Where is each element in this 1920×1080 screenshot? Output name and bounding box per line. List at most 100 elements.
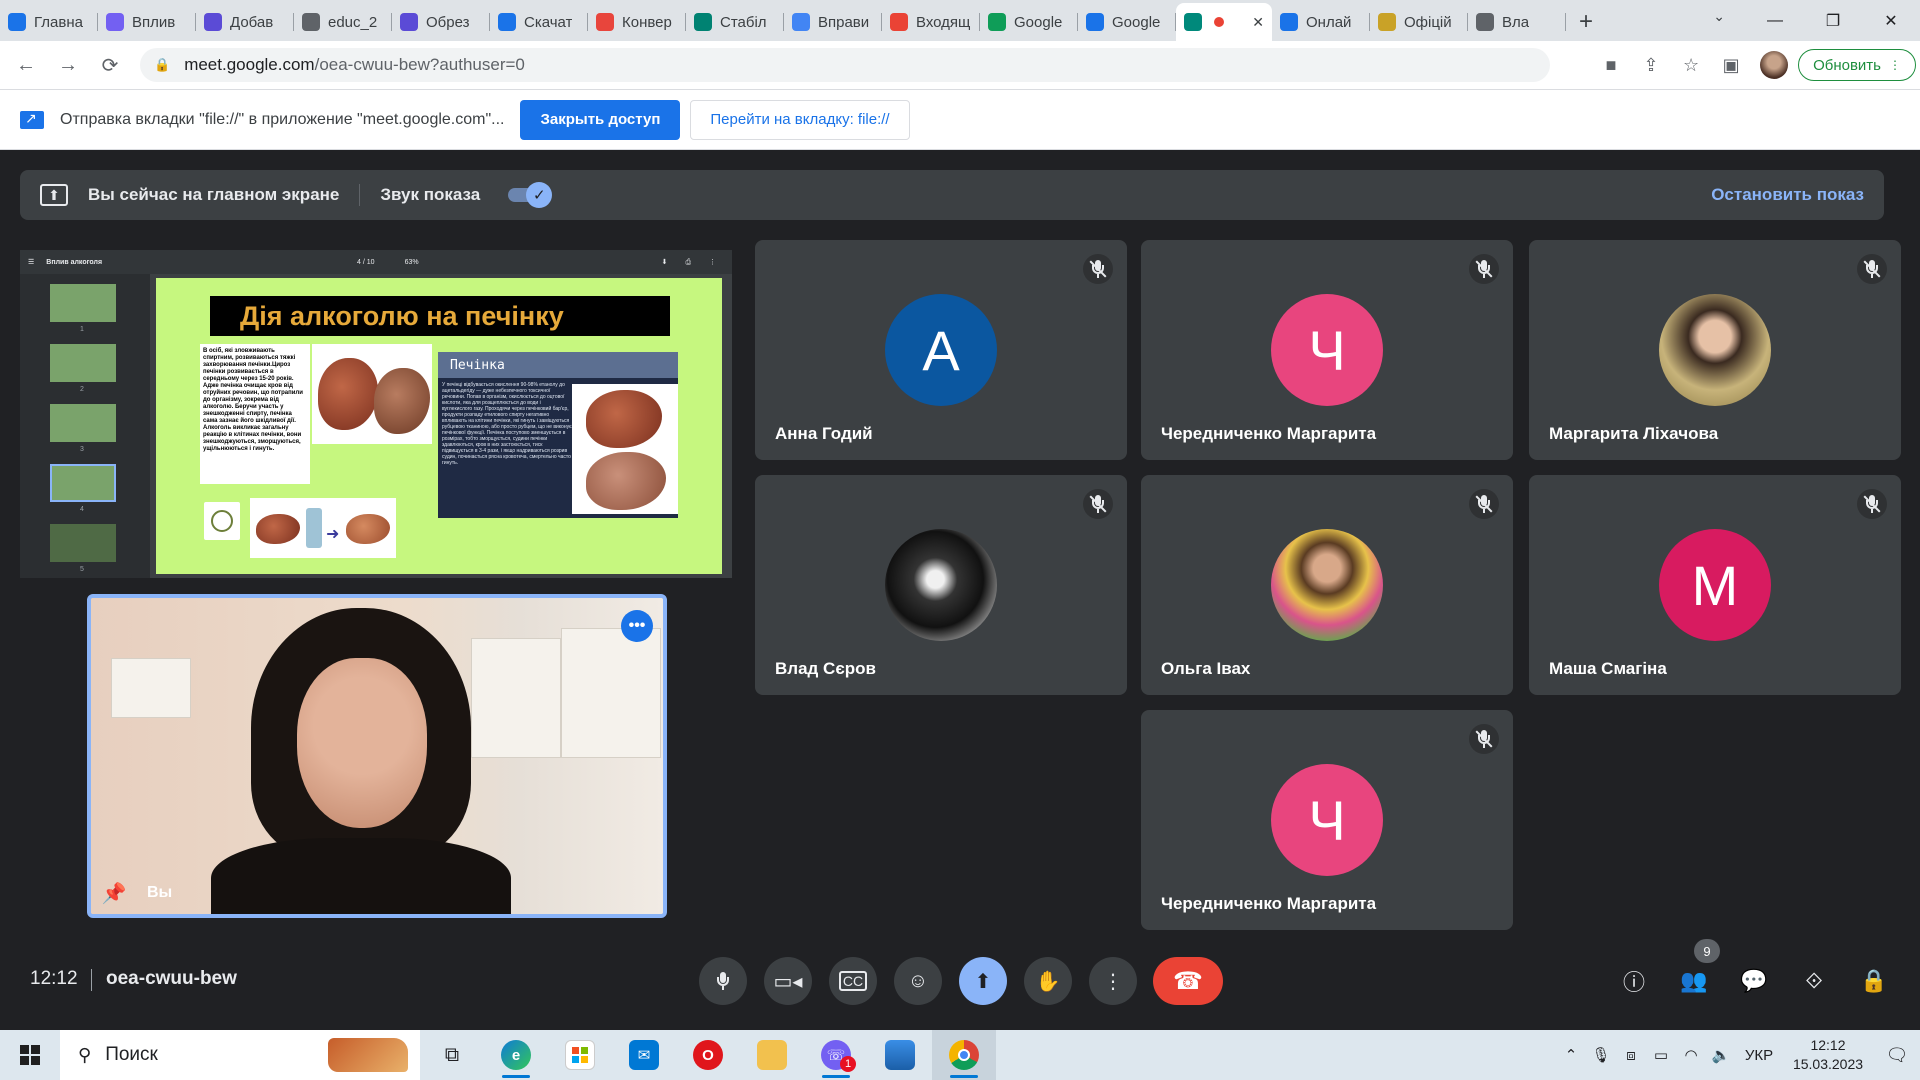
bookmark-star-icon[interactable]: ☆ — [1672, 46, 1710, 84]
liver-image — [312, 344, 432, 444]
address-bar[interactable]: 🔒 meet.google.com/oea-cwuu-bew?authuser=… — [140, 48, 1550, 82]
thumbnail-number: 1 — [80, 326, 84, 333]
browser-tab[interactable]: educ_2 — [294, 3, 392, 41]
notifications-icon[interactable]: 🗨 — [1874, 1045, 1920, 1066]
photos-app[interactable] — [868, 1030, 932, 1080]
participant-tile[interactable]: М Маша Смагіна — [1529, 475, 1901, 695]
self-view-tile[interactable]: ••• 📌 Вы — [87, 594, 667, 918]
menu-icon: ☰ — [28, 259, 35, 266]
network-tray-icon[interactable]: ⧈ — [1616, 1047, 1646, 1064]
participant-tile[interactable]: Ч Чередниченко Маргарита — [1141, 240, 1513, 460]
tab-label: Обрез — [426, 13, 470, 31]
profile-avatar[interactable] — [1760, 51, 1789, 79]
divider — [91, 969, 92, 991]
reload-button[interactable]: ⟳ — [90, 45, 130, 85]
wifi-icon[interactable]: ◠ — [1676, 1046, 1706, 1064]
people-icon[interactable]: 👥 — [1672, 959, 1716, 1003]
share-icon[interactable]: ⇪ — [1632, 46, 1670, 84]
host-controls-icon[interactable]: 🔒 — [1852, 959, 1896, 1003]
participant-tile[interactable]: Ч Чередниченко Маргарита — [1141, 710, 1513, 930]
browser-tab[interactable]: Главна — [0, 3, 98, 41]
language-indicator[interactable]: УКР — [1736, 1047, 1782, 1064]
sharing-message: Отправка вкладки "file://" в приложение … — [60, 110, 505, 128]
browser-tab[interactable]: Google — [1078, 3, 1176, 41]
reactions-button[interactable]: ☺ — [894, 957, 942, 1005]
captions-button[interactable]: CC — [829, 957, 877, 1005]
browser-tab[interactable]: Вла — [1468, 3, 1566, 41]
browser-tab[interactable]: Добав — [196, 3, 294, 41]
tab-search-icon[interactable]: ⌄ — [1713, 8, 1725, 25]
system-clock[interactable]: 12:12 15.03.2023 — [1782, 1036, 1874, 1074]
browser-tab[interactable]: Онлай — [1272, 3, 1370, 41]
liver-shape — [346, 514, 390, 544]
close-tab-icon[interactable]: ✕ — [1252, 14, 1264, 31]
participant-tile[interactable]: Маргарита Ліхачова — [1529, 240, 1901, 460]
meeting-info-icon[interactable]: ⓘ — [1612, 959, 1656, 1003]
browser-tab[interactable]: Скачат — [490, 3, 588, 41]
tab-label: Стабіл — [720, 13, 767, 31]
browser-tab-active[interactable]: ✕ — [1176, 3, 1272, 41]
edge-app[interactable]: e — [484, 1030, 548, 1080]
more-options-icon[interactable]: ••• — [621, 610, 653, 642]
maximize-button[interactable]: ❐ — [1804, 0, 1862, 41]
back-button[interactable]: ← — [6, 45, 46, 85]
file-explorer-app[interactable] — [740, 1030, 804, 1080]
browser-tab[interactable]: Стабіл — [686, 3, 784, 41]
taskbar-search[interactable]: ⚲ Поиск — [60, 1030, 420, 1080]
activities-icon[interactable]: ⟐ — [1792, 959, 1836, 1003]
browser-tab[interactable]: Входящ — [882, 3, 980, 41]
camera-in-use-icon[interactable]: ■ — [1592, 46, 1630, 84]
stop-sharing-button[interactable]: Закрыть доступ — [520, 99, 681, 140]
divider — [359, 184, 361, 206]
url-path: /oea-cwuu-bew?authuser=0 — [314, 55, 525, 74]
switch-to-tab-button[interactable]: Перейти на вкладку: file:// — [690, 99, 910, 140]
avatar-initial: М — [1659, 529, 1771, 641]
browser-tab[interactable]: Google — [980, 3, 1078, 41]
new-tab-button[interactable]: + — [1566, 3, 1606, 41]
stop-presenting-button[interactable]: Остановить показ — [1711, 185, 1864, 205]
browser-tab[interactable]: Офіцій — [1370, 3, 1468, 41]
slide: Дія алкоголю на печінку В осіб, які злов… — [156, 278, 722, 574]
chevron-up-icon[interactable]: ⌃ — [1556, 1046, 1586, 1064]
tab-label: Добав — [230, 13, 274, 31]
microphone-button[interactable] — [699, 957, 747, 1005]
wall-poster — [111, 658, 191, 718]
battery-icon[interactable]: ▭ — [1646, 1046, 1676, 1064]
meeting-time: 12:12 — [30, 968, 78, 989]
store-app[interactable] — [548, 1030, 612, 1080]
more-options-button[interactable]: ⋮ — [1089, 957, 1137, 1005]
browser-tab[interactable]: Обрез — [392, 3, 490, 41]
browser-tab[interactable]: Вправи — [784, 3, 882, 41]
opera-app[interactable]: O — [676, 1030, 740, 1080]
share-audio-toggle[interactable]: ✓ — [508, 182, 553, 208]
close-window-button[interactable]: ✕ — [1862, 0, 1920, 41]
browser-tab[interactable]: Вплив — [98, 3, 196, 41]
browser-tab[interactable]: Конвер — [588, 3, 686, 41]
participant-tile[interactable]: Ольга Івах — [1141, 475, 1513, 695]
mail-app[interactable]: ✉ — [612, 1030, 676, 1080]
raise-hand-button[interactable]: ✋ — [1024, 957, 1072, 1005]
update-button[interactable]: Обновить ⋮ — [1798, 49, 1916, 81]
leave-call-button[interactable]: ☎ — [1153, 957, 1223, 1005]
forward-button[interactable]: → — [48, 45, 88, 85]
participant-tile[interactable]: Влад Сєров — [755, 475, 1127, 695]
avatar-initial: Ч — [1271, 294, 1383, 406]
participant-name: Ольга Івах — [1161, 659, 1251, 678]
participant-tile[interactable]: А Анна Годий — [755, 240, 1127, 460]
pdf-viewer-toolbar: ☰ Вплив алкоголя 4 / 10 63% ⬇ ⎙ ⋮ — [20, 250, 732, 274]
side-panel-icon[interactable]: ▣ — [1712, 46, 1750, 84]
chrome-app[interactable] — [932, 1030, 996, 1080]
emoji-icon: ☺ — [907, 969, 929, 992]
task-view-button[interactable]: ⧉ — [420, 1030, 484, 1080]
present-button[interactable]: ⬆ — [959, 957, 1007, 1005]
volume-icon[interactable]: 🔈 — [1706, 1046, 1736, 1064]
microphone-tray-icon[interactable]: 🎙 — [1586, 1046, 1616, 1064]
viber-app[interactable]: ☏ 1 — [804, 1030, 868, 1080]
chat-icon[interactable]: 💬 — [1732, 959, 1776, 1003]
start-button[interactable] — [0, 1030, 60, 1080]
camera-button[interactable]: ▭◂ — [764, 957, 812, 1005]
meet-icon — [1184, 13, 1202, 31]
pin-icon[interactable]: 📌 — [101, 880, 127, 906]
shared-screen-tile[interactable]: ☰ Вплив алкоголя 4 / 10 63% ⬇ ⎙ ⋮ 1 2 3 … — [20, 250, 732, 578]
minimize-button[interactable]: — — [1746, 0, 1804, 41]
